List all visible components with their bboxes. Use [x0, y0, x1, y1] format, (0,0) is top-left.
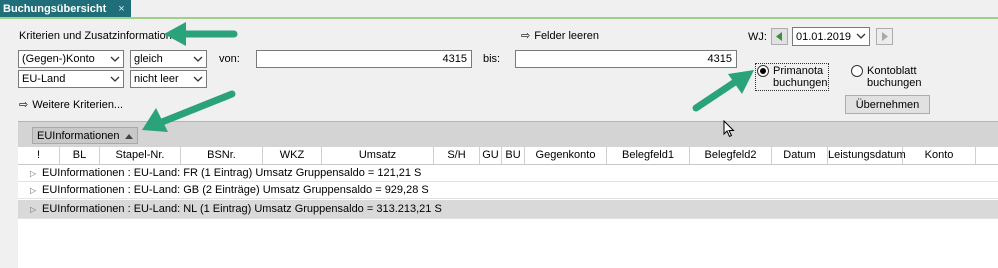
clear-fields-link[interactable]: ⇨ Felder leeren [521, 29, 600, 43]
chevron-down-icon [193, 56, 203, 62]
triangle-left-icon [776, 32, 782, 41]
radio-kontoblatt-line1: Kontoblatt [867, 65, 917, 77]
column-header[interactable]: Konto [903, 147, 976, 164]
column-header[interactable]: Stapel-Nr. [100, 147, 181, 164]
criteria-operator-value-1: gleich [134, 53, 163, 65]
criteria-operator-select-2[interactable]: nicht leer [130, 70, 207, 88]
annotation-arrow-icon [142, 90, 236, 132]
annotation-arrow-icon [692, 70, 754, 112]
chevron-down-icon [193, 76, 203, 82]
criteria-field-select-1[interactable]: (Gegen-)Konto [18, 50, 124, 68]
column-header[interactable]: Belegfeld1 [607, 147, 690, 164]
tab-bar: Buchungsübersicht × [0, 0, 998, 17]
close-icon[interactable]: × [118, 3, 124, 15]
more-criteria-link[interactable]: ⇨ Weitere Kriterien... [19, 98, 124, 112]
group-row-selected[interactable]: ▷ EUInformationen : EU-Land: NL (1 Eintr… [18, 200, 998, 219]
chevron-down-icon [110, 76, 120, 82]
column-header[interactable]: ! [18, 147, 60, 164]
group-row[interactable]: ▷ EUInformationen : EU-Land: FR (1 Eintr… [18, 165, 998, 182]
column-header[interactable]: Umsatz [322, 147, 434, 164]
next-year-button[interactable] [876, 28, 893, 45]
expand-icon[interactable]: ▷ [30, 200, 36, 219]
group-row-label: EUInformationen : EU-Land: GB (2 Einträg… [42, 184, 429, 196]
column-header[interactable]: BL [60, 147, 100, 164]
prev-year-button[interactable] [771, 28, 788, 45]
to-label: bis: [483, 53, 501, 65]
radio-kontoblatt-label: Kontoblatt buchungen [867, 65, 921, 89]
expand-icon[interactable]: ▷ [30, 165, 36, 182]
column-header[interactable]: Datum [772, 147, 828, 164]
fiscal-year-label: WJ: [748, 31, 767, 43]
radio-primanota-line1: Primanota [773, 65, 824, 77]
tab-underline [0, 17, 998, 19]
column-header[interactable]: GU [480, 147, 502, 164]
group-row-label: EUInformationen : EU-Land: FR (1 Eintrag… [42, 167, 422, 179]
chevron-down-icon [110, 56, 120, 62]
group-row-label: EUInformationen : EU-Land: NL (1 Eintrag… [42, 203, 442, 215]
group-chip-euinformationen[interactable]: EUInformationen [32, 127, 138, 144]
column-header[interactable]: BSNr. [181, 147, 263, 164]
column-header[interactable]: Gegenkonto [525, 147, 607, 164]
criteria-field-select-2[interactable]: EU-Land [18, 70, 124, 88]
fiscal-year-value: 01.01.2019 [796, 30, 852, 43]
more-criteria-label: Weitere Kriterien... [32, 98, 124, 111]
booking-grid: EUInformationen ! BL Stapel-Nr. BSNr. WK… [18, 121, 998, 268]
tab-buchungsuebersicht[interactable]: Buchungsübersicht × [0, 0, 131, 17]
column-header[interactable]: Leistungsdatum [828, 147, 906, 164]
clear-fields-label: Felder leeren [534, 29, 600, 42]
column-header[interactable]: WKZ [263, 147, 322, 164]
arrow-right-icon: ⇨ [19, 99, 29, 111]
expand-icon[interactable]: ▷ [30, 182, 36, 199]
fiscal-year-select[interactable]: 01.01.2019 [792, 27, 870, 46]
criteria-operator-value-2: nicht leer [134, 73, 179, 85]
grid-header: ! BL Stapel-Nr. BSNr. WKZ Umsatz S/H GU … [18, 147, 998, 165]
criteria-field-value-2: EU-Land [22, 73, 66, 85]
triangle-right-icon [882, 32, 888, 41]
column-header[interactable]: S/H [434, 147, 480, 164]
column-header[interactable]: BU [502, 147, 525, 164]
radio-primanota-label: Primanota buchungen [773, 65, 827, 89]
radio-kontoblatt-line2: buchungen [867, 77, 922, 89]
radio-kontoblatt[interactable] [851, 65, 863, 77]
apply-button[interactable]: Übernehmen [845, 95, 930, 114]
radio-primanota-line2: buchungen [773, 77, 828, 89]
annotation-arrow-icon [164, 22, 238, 46]
arrow-right-icon: ⇨ [521, 30, 531, 42]
criteria-operator-select-1[interactable]: gleich [130, 50, 207, 68]
group-row[interactable]: ▷ EUInformationen : EU-Land: GB (2 Eintr… [18, 182, 998, 199]
from-input[interactable]: 4315 [256, 50, 472, 68]
sort-up-icon [124, 133, 133, 139]
chevron-down-icon [856, 33, 866, 39]
tab-title: Buchungsübersicht [3, 2, 107, 15]
criteria-field-value-1: (Gegen-)Konto [22, 53, 95, 65]
group-chip-label: EUInformationen [37, 129, 120, 142]
from-label: von: [219, 53, 240, 65]
column-header[interactable]: Belegfeld2 [690, 147, 772, 164]
mouse-cursor-icon [723, 120, 735, 138]
